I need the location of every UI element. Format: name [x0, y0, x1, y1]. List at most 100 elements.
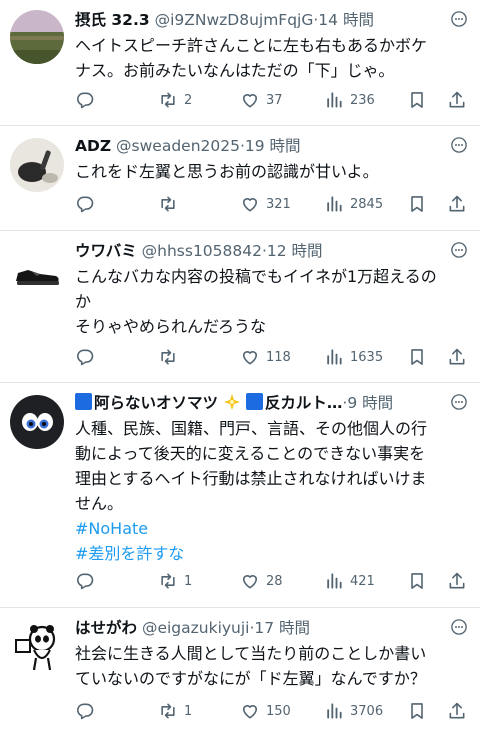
reply-button[interactable] [75, 699, 101, 723]
repost-icon [158, 90, 178, 110]
hashtag-link[interactable]: #NoHate [75, 516, 468, 541]
post-line: ヘイトスピーチ許さんことに左も右もあるかボケ [75, 36, 428, 55]
view-count: 421 [350, 573, 375, 589]
like-button[interactable]: 118 [240, 345, 291, 369]
repost-icon [158, 701, 178, 721]
repost-button[interactable]: 1 [158, 699, 192, 723]
action-bar: 2 37 236 [75, 88, 470, 112]
share-button[interactable] [447, 88, 467, 112]
reply-icon [75, 347, 95, 367]
bookmark-icon [407, 194, 427, 214]
repost-button[interactable] [158, 345, 184, 369]
post-time[interactable]: ·19 時間 [240, 137, 301, 155]
post-time[interactable]: ·17 時間 [249, 619, 310, 637]
display-name[interactable]: ウワバミ [75, 242, 137, 260]
reply-button[interactable] [75, 569, 101, 593]
avatar[interactable] [10, 243, 64, 297]
user-handle[interactable]: @hhss1058842 [142, 242, 262, 260]
more-icon[interactable] [450, 618, 468, 636]
post-line: ナス。お前みたいなんはただの「下」じゃ。 [75, 61, 395, 80]
display-name[interactable]: 阿らないオソマツ [94, 394, 218, 412]
reply-icon [75, 90, 95, 110]
post-header: ADZ @sweaden2025·19 時間 [75, 134, 442, 158]
post[interactable]: はせがわ @eigazukiyuji·17 時間 社会に生きる人間として当たり前… [0, 608, 480, 729]
repost-button[interactable]: 1 [158, 569, 192, 593]
post-line: そりゃやめられんだろうな [75, 317, 267, 336]
bookmark-button[interactable] [407, 699, 427, 723]
share-button[interactable] [447, 699, 467, 723]
views-button[interactable]: 421 [324, 569, 375, 593]
like-icon [240, 194, 260, 214]
views-icon [324, 194, 344, 214]
post-text: 人種、民族、国籍、門戸、言語、その他個人の行 動によって後天的に変えることのでき… [75, 416, 468, 566]
share-icon [447, 701, 467, 721]
like-icon [240, 701, 260, 721]
post-header: はせがわ @eigazukiyuji·17 時間 [75, 616, 442, 640]
user-handle[interactable]: @eigazukiyuji [142, 619, 250, 637]
reply-button[interactable] [75, 88, 101, 112]
avatar[interactable] [10, 10, 64, 64]
avatar[interactable] [10, 138, 64, 192]
repost-count: 1 [184, 573, 193, 589]
display-name-suffix[interactable]: 反カルト… [265, 394, 343, 412]
avatar[interactable] [10, 395, 64, 449]
post-time[interactable]: ·9 時間 [342, 394, 393, 412]
display-name[interactable]: はせがわ [75, 619, 137, 637]
repost-count: 1 [184, 703, 193, 719]
post-line: これをド左翼と思うお前の認識が甘いよ。 [75, 162, 379, 181]
hashtag-link[interactable]: #差別を許すな [75, 541, 468, 566]
share-button[interactable] [447, 192, 467, 216]
bookmark-button[interactable] [407, 192, 427, 216]
like-button[interactable]: 37 [240, 88, 283, 112]
like-button[interactable]: 28 [240, 569, 283, 593]
bookmark-button[interactable] [407, 88, 427, 112]
post[interactable]: 摂氏 32.3 @i9ZNwzD8ujmFqjG·14 時間 ヘイトスピーチ許さ… [0, 0, 480, 126]
post-text: ヘイトスピーチ許さんことに左も右もあるかボケ ナス。お前みたいなんはただの「下」… [75, 33, 468, 83]
post-time[interactable]: ·12 時間 [262, 242, 323, 260]
bookmark-button[interactable] [407, 569, 427, 593]
action-bar: 1 28 421 [75, 569, 470, 593]
like-button[interactable]: 150 [240, 699, 291, 723]
bookmark-icon [407, 701, 427, 721]
post[interactable]: ADZ @sweaden2025·19 時間 これをド左翼と思うお前の認識が甘い… [0, 126, 480, 231]
views-button[interactable]: 1635 [324, 345, 383, 369]
view-count: 236 [350, 92, 375, 108]
more-icon[interactable] [450, 136, 468, 154]
repost-button[interactable]: 2 [158, 88, 192, 112]
view-count: 1635 [350, 349, 384, 365]
views-icon [324, 571, 344, 591]
post-text: 社会に生きる人間として当たり前のことしか書い ていないのですがなにが「ド左翼」な… [75, 641, 468, 691]
post-time[interactable]: ·14 時間 [313, 11, 374, 29]
reply-button[interactable] [75, 345, 101, 369]
post-line: ていないのですがなにが「ド左翼」なんですか？ [75, 669, 426, 688]
views-button[interactable]: 2845 [324, 192, 383, 216]
more-icon[interactable] [450, 393, 468, 411]
repost-button[interactable] [158, 192, 184, 216]
like-count: 150 [266, 703, 291, 719]
views-icon [324, 90, 344, 110]
reply-button[interactable] [75, 192, 101, 216]
like-icon [240, 571, 260, 591]
avatar[interactable] [10, 620, 64, 674]
post-header: 阿らないオソマツ 反カルト…·9 時間 [75, 391, 442, 415]
post[interactable]: 阿らないオソマツ 反カルト…·9 時間 人種、民族、国籍、門戸、言語、その他個人… [0, 383, 480, 608]
share-button[interactable] [447, 345, 467, 369]
post-line: 理由とするヘイト行動は禁止されなければいけま [75, 469, 427, 488]
display-name[interactable]: ADZ [75, 137, 111, 155]
post[interactable]: ウワバミ @hhss1058842·12 時間 こんなバカな内容の投稿でもイイネ… [0, 231, 480, 383]
more-icon[interactable] [450, 241, 468, 259]
post-line: 社会に生きる人間として当たり前のことしか書い [75, 644, 427, 663]
post-line: 人種、民族、国籍、門戸、言語、その他個人の行 [75, 419, 428, 438]
like-button[interactable]: 321 [240, 192, 291, 216]
more-icon[interactable] [450, 10, 468, 28]
views-button[interactable]: 236 [324, 88, 375, 112]
bookmark-button[interactable] [407, 345, 427, 369]
share-button[interactable] [447, 569, 467, 593]
user-handle[interactable]: @sweaden2025 [116, 137, 240, 155]
sparkle-emoji-icon [223, 393, 241, 411]
display-name[interactable]: 摂氏 32.3 [75, 11, 150, 29]
user-handle[interactable]: @i9ZNwzD8ujmFqjG [155, 11, 314, 29]
like-count: 118 [266, 349, 291, 365]
views-button[interactable]: 3706 [324, 699, 383, 723]
like-icon [240, 347, 260, 367]
